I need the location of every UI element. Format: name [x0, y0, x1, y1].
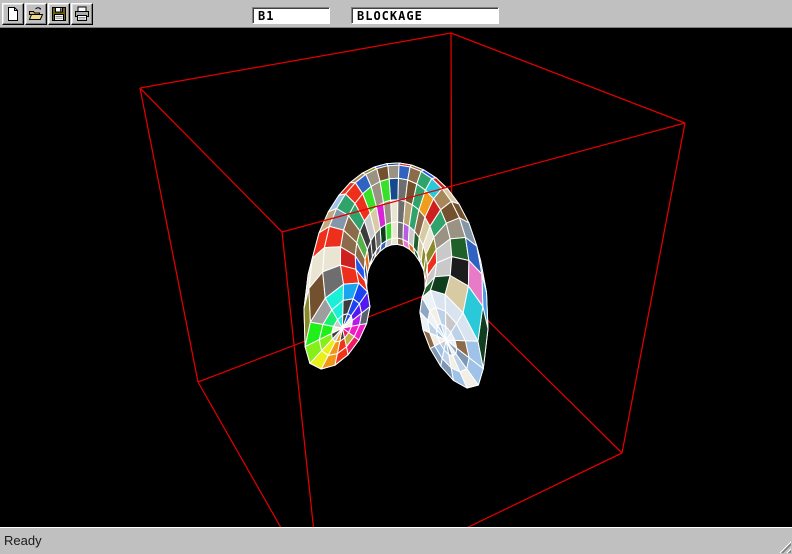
save-floppy-icon: [51, 6, 67, 22]
open-button[interactable]: [25, 3, 47, 25]
printer-icon: [74, 6, 90, 22]
object-name-field[interactable]: [252, 7, 330, 24]
object-type-field[interactable]: [351, 7, 499, 24]
open-folder-icon: [28, 6, 44, 22]
save-button[interactable]: [48, 3, 70, 25]
wireframe-domain-box-front: [140, 88, 685, 527]
wireframe-domain-box-back: [140, 33, 685, 527]
blockage-object: [304, 163, 488, 388]
viewport-canvas[interactable]: [0, 28, 792, 527]
toolbar: [0, 0, 792, 28]
statusbar: Ready: [0, 527, 792, 554]
viewport: [0, 28, 792, 527]
new-button[interactable]: [2, 3, 24, 25]
print-button[interactable]: [71, 3, 93, 25]
resize-grip[interactable]: [778, 540, 791, 553]
new-document-icon: [5, 6, 21, 22]
status-text: Ready: [4, 533, 42, 548]
